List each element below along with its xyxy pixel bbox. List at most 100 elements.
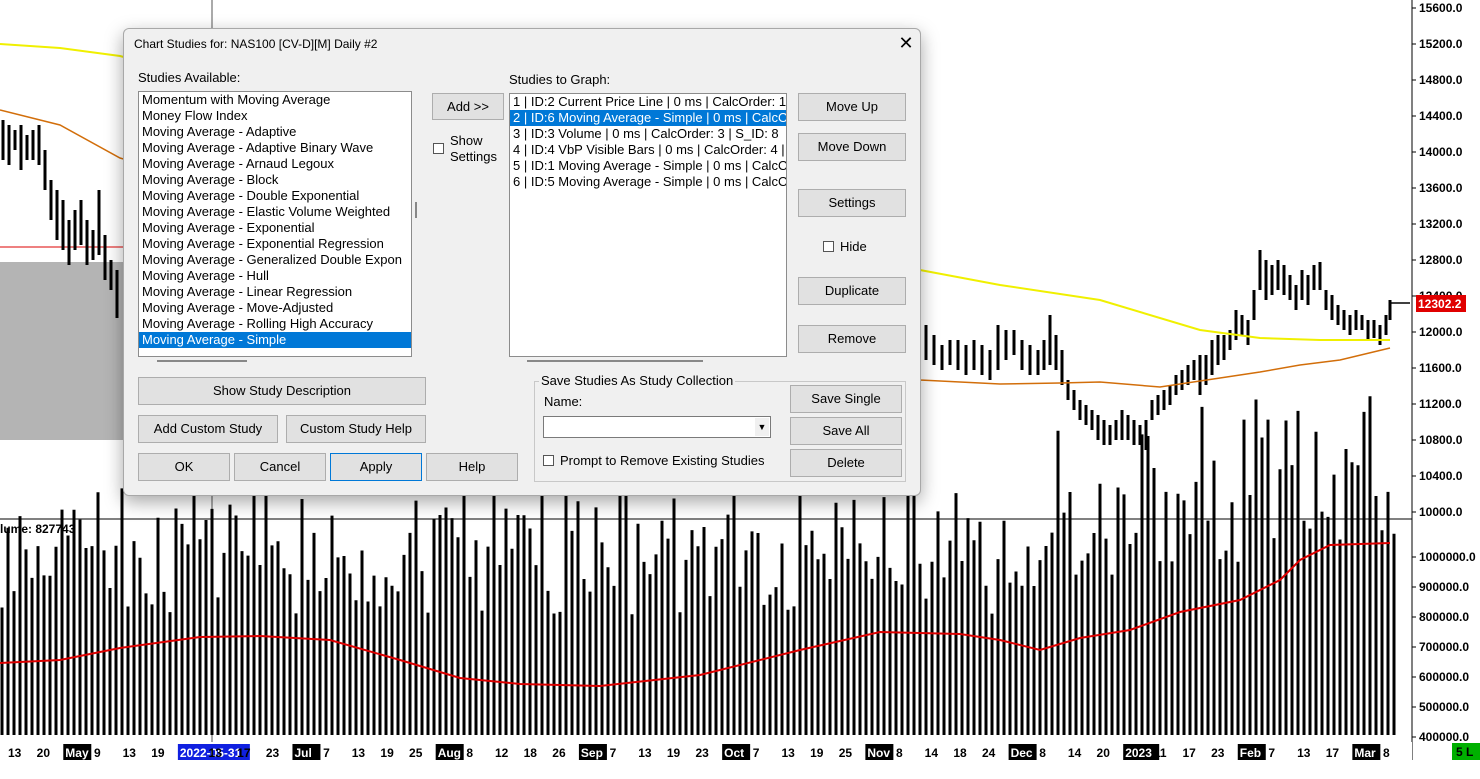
available-study-item[interactable]: Moving Average - Exponential Regression — [139, 236, 411, 252]
help-button[interactable]: Help — [426, 453, 518, 481]
date-axis-label: 13 — [781, 746, 795, 760]
date-axis-label: 26 — [552, 746, 566, 760]
date-axis-label: Dec — [1011, 746, 1033, 760]
date-axis-label: May — [65, 746, 89, 760]
date-axis-label: 13 — [209, 746, 223, 760]
price-axis-label: 14800.0 — [1419, 73, 1463, 87]
date-axis-label: 7 — [610, 746, 617, 760]
date-axis-label: 7 — [753, 746, 760, 760]
close-icon[interactable]: ✕ — [894, 31, 918, 55]
name-label: Name: — [544, 394, 583, 409]
date-badge-label: 5 L — [1456, 745, 1473, 759]
available-study-item[interactable]: Moving Average - Double Exponential — [139, 188, 411, 204]
show-settings-label-2: Settings — [450, 149, 497, 164]
available-study-item[interactable]: Moving Average - Elastic Volume Weighted — [139, 204, 411, 220]
available-hscroll[interactable] — [157, 360, 247, 362]
date-axis-label: 17 — [1182, 746, 1196, 760]
move-down-button[interactable]: Move Down — [798, 133, 906, 161]
price-axis-label: 13600.0 — [1419, 181, 1463, 195]
date-axis-label: 19 — [151, 746, 165, 760]
date-axis-label: 25 — [839, 746, 853, 760]
custom-study-help-button[interactable]: Custom Study Help — [286, 415, 426, 443]
price-axis-label: 15200.0 — [1419, 37, 1463, 51]
graph-hscroll[interactable] — [527, 360, 703, 362]
volume-axis-label: 1000000.0 — [1419, 550, 1476, 564]
graph-study-item[interactable]: 5 | ID:1 Moving Average - Simple | 0 ms … — [510, 158, 786, 174]
price-axis-label: 12000.0 — [1419, 325, 1463, 339]
available-study-item[interactable]: Moving Average - Adaptive Binary Wave — [139, 140, 411, 156]
hide-checkbox[interactable] — [823, 241, 834, 252]
prompt-remove-checkbox[interactable] — [543, 455, 554, 466]
graph-study-item[interactable]: 2 | ID:6 Moving Average - Simple | 0 ms … — [510, 110, 786, 126]
duplicate-button[interactable]: Duplicate — [798, 277, 906, 305]
add-custom-study-button[interactable]: Add Custom Study — [138, 415, 278, 443]
save-all-button[interactable]: Save All — [790, 417, 902, 445]
date-axis-label: Aug — [438, 746, 461, 760]
date-axis-label: 19 — [667, 746, 681, 760]
date-axis-label: Sep — [581, 746, 603, 760]
date-axis-label: 18 — [524, 746, 538, 760]
dialog-title: Chart Studies for: NAS100 [CV-D][M] Dail… — [134, 37, 378, 51]
show-settings-checkbox[interactable] — [433, 143, 444, 154]
move-up-button[interactable]: Move Up — [798, 93, 906, 121]
available-study-item[interactable]: Moving Average - Block — [139, 172, 411, 188]
available-study-item[interactable]: Moving Average - Simple — [139, 332, 411, 348]
settings-button[interactable]: Settings — [798, 189, 906, 217]
available-study-item[interactable]: Moving Average - Arnaud Legoux — [139, 156, 411, 172]
available-study-item[interactable]: Money Flow Index — [139, 108, 411, 124]
date-axis-label: 9 — [94, 746, 101, 760]
volume-axis-label: 700000.0 — [1419, 640, 1469, 654]
ok-button[interactable]: OK — [138, 453, 230, 481]
studies-to-graph-list[interactable]: 1 | ID:2 Current Price Line | 0 ms | Cal… — [509, 93, 787, 357]
price-axis-label: 14400.0 — [1419, 109, 1463, 123]
available-study-item[interactable]: Momentum with Moving Average — [139, 92, 411, 108]
volume-axis-label: 800000.0 — [1419, 610, 1469, 624]
chart-studies-dialog: Chart Studies for: NAS100 [CV-D][M] Dail… — [123, 28, 921, 496]
name-combobox[interactable]: ▼ — [543, 416, 771, 438]
graph-study-item[interactable]: 6 | ID:5 Moving Average - Simple | 0 ms … — [510, 174, 786, 190]
date-axis-label: 8 — [896, 746, 903, 760]
delete-button[interactable]: Delete — [790, 449, 902, 477]
chevron-down-icon[interactable]: ▼ — [755, 418, 769, 436]
graph-study-item[interactable]: 4 | ID:4 VbP Visible Bars | 0 ms | CalcO… — [510, 142, 786, 158]
price-axis-label: 13200.0 — [1419, 217, 1463, 231]
available-study-item[interactable]: Moving Average - Move-Adjusted — [139, 300, 411, 316]
date-axis-label: Mar — [1354, 746, 1376, 760]
available-study-item[interactable]: Moving Average - Linear Regression — [139, 284, 411, 300]
remove-button[interactable]: Remove — [798, 325, 906, 353]
volume-axis-label: 500000.0 — [1419, 700, 1469, 714]
graph-study-item[interactable]: 1 | ID:2 Current Price Line | 0 ms | Cal… — [510, 94, 786, 110]
date-axis-label: 13 — [8, 746, 22, 760]
volume-title: lume: 827743 — [0, 522, 76, 536]
date-axis-label: 13 — [1297, 746, 1311, 760]
available-study-item[interactable]: Moving Average - Exponential — [139, 220, 411, 236]
date-axis-label: 23 — [266, 746, 280, 760]
add-button[interactable]: Add >> — [432, 93, 504, 120]
available-vscroll[interactable] — [415, 202, 417, 218]
graph-study-item[interactable]: 3 | ID:3 Volume | 0 ms | CalcOrder: 3 | … — [510, 126, 786, 142]
date-axis-label: 13 — [123, 746, 137, 760]
price-axis-label: 11600.0 — [1419, 361, 1462, 375]
available-study-item[interactable]: Moving Average - Generalized Double Expo… — [139, 252, 411, 268]
date-axis: 13 20 May 9 13 19 2022-05-3113 17 23 Jul 7 13 19 25 Au… — [8, 744, 1390, 760]
show-study-description-button[interactable]: Show Study Description — [138, 377, 426, 405]
apply-button[interactable]: Apply — [330, 453, 422, 481]
volume-axis-label: 600000.0 — [1419, 670, 1469, 684]
date-axis-label: 8 — [1383, 746, 1390, 760]
show-settings-label-1: Show — [450, 133, 483, 148]
price-axis-label: 10400.0 — [1419, 469, 1463, 483]
volume-profile-block — [0, 262, 125, 440]
cancel-button[interactable]: Cancel — [234, 453, 326, 481]
date-axis-label: 17 — [1326, 746, 1340, 760]
available-study-item[interactable]: Moving Average - Rolling High Accuracy — [139, 316, 411, 332]
save-single-button[interactable]: Save Single — [790, 385, 902, 413]
available-study-item[interactable]: Moving Average - Adaptive — [139, 124, 411, 140]
volume-axis-label: 400000.0 — [1419, 730, 1469, 744]
study-collection-title: Save Studies As Study Collection — [539, 373, 736, 388]
price-axis-label: 10800.0 — [1419, 433, 1463, 447]
date-axis-label: 24 — [982, 746, 996, 760]
available-study-item[interactable]: Moving Average - Hull — [139, 268, 411, 284]
price-axis: 15600.0 15200.0 14800.0 14400.0 14000.0 13600… — [1412, 1, 1463, 519]
date-axis-label: 20 — [37, 746, 51, 760]
studies-available-list[interactable]: Momentum with Moving Average Money Flow I… — [138, 91, 412, 357]
